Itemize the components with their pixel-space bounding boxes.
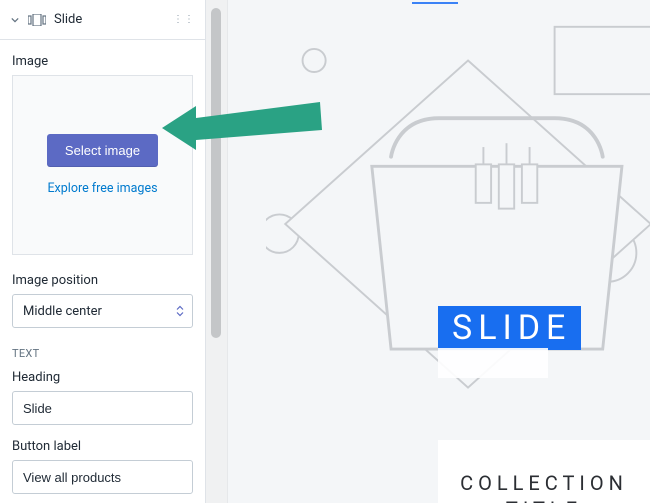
image-position-select[interactable]: Middle center [12,294,193,328]
heading-field: Heading [12,370,193,425]
collection-card: COLLECTION TITLE [438,440,650,503]
settings-scroll-pane: Image Select image Explore free images I… [0,40,205,503]
text-section-label: TEXT [12,347,193,360]
preview-scrollbar-gutter [206,0,228,503]
sidebar-header: Slide ⋮⋮ [0,0,205,40]
sidebar-title: Slide [54,12,165,27]
drag-handle-icon[interactable]: ⋮⋮ [173,14,195,25]
image-well: Select image Explore free images [12,75,193,255]
select-caret-icon [176,306,184,317]
slide-canvas: SLIDE COLLECTION TITLE [266,22,650,503]
image-position-field: Image position Middle center [12,273,193,328]
scrollbar-thumb[interactable] [211,8,221,338]
button-label-field: Button label [12,439,193,494]
heading-input[interactable] [23,401,182,416]
chevron-down-icon[interactable] [10,16,20,24]
slide-icon [28,13,46,27]
slide-subheading-placeholder [438,348,548,378]
select-image-button[interactable]: Select image [47,134,158,167]
theme-preview: SLIDE COLLECTION TITLE [228,0,650,503]
image-position-value: Middle center [23,304,102,319]
heading-input-wrap [12,391,193,425]
active-tab-indicator [412,2,458,4]
button-label-label: Button label [12,439,193,454]
explore-free-images-link[interactable]: Explore free images [47,181,157,196]
button-label-input[interactable] [23,470,182,485]
slide-heading-badge: SLIDE [438,306,581,350]
button-label-input-wrap [12,460,193,494]
image-field: Image Select image Explore free images [12,54,193,255]
collection-title: COLLECTION TITLE [458,470,630,503]
image-position-label: Image position [12,273,193,288]
placeholder-illustration [266,22,650,503]
heading-label: Heading [12,370,193,385]
settings-sidebar: Slide ⋮⋮ Image Select image Explore free… [0,0,206,503]
image-label: Image [12,54,193,69]
